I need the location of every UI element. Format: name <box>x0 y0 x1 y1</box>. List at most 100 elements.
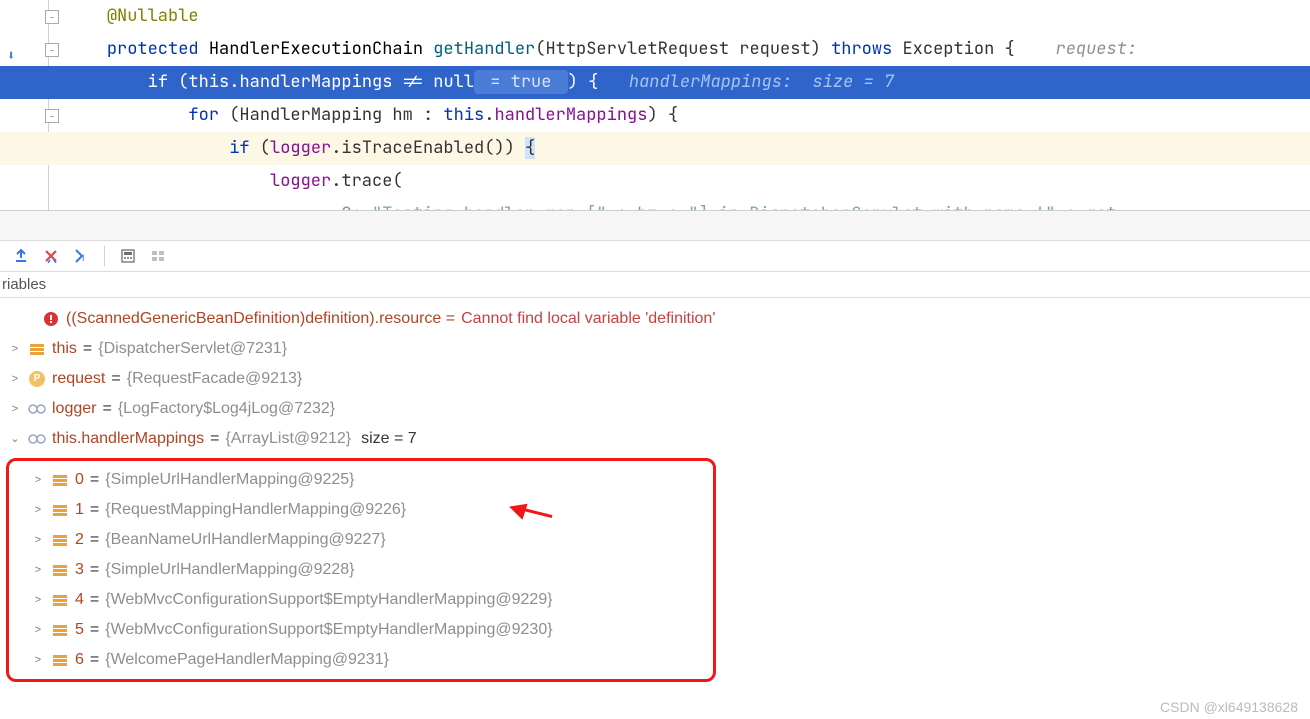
field: logger <box>270 170 331 192</box>
variable-name: this <box>52 336 77 362</box>
collapse-icon[interactable]: ⌄ <box>8 426 22 452</box>
expand-icon[interactable]: > <box>31 467 45 493</box>
text: (HandlerMapping hm : <box>219 104 443 126</box>
keyword-this: this <box>443 104 484 126</box>
equals: = <box>90 557 99 583</box>
expand-icon[interactable]: > <box>31 647 45 673</box>
type: Exception <box>902 38 994 60</box>
code-line[interactable]: Q: "Testing handler map [" + hm + "] in … <box>0 198 1310 210</box>
variable-value: {LogFactory$Log4jLog@7232} <box>118 396 335 422</box>
text: ( <box>168 71 188 93</box>
code-line[interactable]: @Nullable <box>0 0 1310 33</box>
object-icon <box>51 621 69 639</box>
variable-size: size = 7 <box>361 426 417 452</box>
object-icon <box>51 591 69 609</box>
list-item-row[interactable]: >6={WelcomePageHandlerMapping@9231} <box>13 645 709 675</box>
svg-text:I: I <box>82 253 85 263</box>
variable-type-icon <box>28 400 46 418</box>
object-icon <box>51 561 69 579</box>
list-index: 4 <box>75 587 84 613</box>
list-index: 6 <box>75 647 84 673</box>
code-line[interactable]: if (logger.isTraceEnabled()) { <box>0 132 1310 165</box>
watch-expression: ((ScannedGenericBeanDefinition)definitio… <box>66 306 455 332</box>
list-item-row[interactable]: >5={WebMvcConfigurationSupport$EmptyHand… <box>13 615 709 645</box>
variable-name: this.handlerMappings <box>52 426 204 452</box>
list-value: {WebMvcConfigurationSupport$EmptyHandler… <box>105 587 552 613</box>
variable-row[interactable]: >this={DispatcherServlet@7231} <box>4 334 1306 364</box>
list-index: 2 <box>75 527 84 553</box>
equals: = <box>90 497 99 523</box>
string: "] in DispatcherServlet with name '" <box>688 203 1055 210</box>
text: ( <box>250 137 270 159</box>
add-watch-icon[interactable] <box>10 245 32 267</box>
list-value: {WebMvcConfigurationSupport$EmptyHandler… <box>105 617 552 643</box>
equals: = <box>90 467 99 493</box>
object-icon <box>51 651 69 669</box>
keyword-this: this <box>188 71 229 93</box>
field: handlerMappings <box>494 104 647 126</box>
list-item-row[interactable]: >4={WebMvcConfigurationSupport$EmptyHand… <box>13 585 709 615</box>
list-value: {BeanNameUrlHandlerMapping@9227} <box>105 527 385 553</box>
show-watches-icon[interactable] <box>147 245 169 267</box>
field: handlerMappings <box>239 71 392 93</box>
text: + hm + <box>607 203 689 210</box>
code-editor[interactable]: ⬇ − − − − − @Nullable protected HandlerE… <box>0 0 1310 210</box>
current-execution-line[interactable]: if (this.handlerMappings != null = true … <box>0 66 1310 99</box>
expand-icon[interactable]: > <box>8 336 22 362</box>
panel-divider[interactable] <box>0 210 1310 240</box>
list-index: 0 <box>75 467 84 493</box>
list-value: {SimpleUrlHandlerMapping@9228} <box>105 557 354 583</box>
code-line[interactable]: logger.trace( <box>0 165 1310 198</box>
list-item-row[interactable]: >1={RequestMappingHandlerMapping@9226} <box>13 495 709 525</box>
string: "Testing handler map [" <box>372 203 607 210</box>
expand-icon[interactable]: > <box>31 497 45 523</box>
error-icon <box>42 310 60 328</box>
evaluate-expression-icon[interactable]: I <box>70 245 92 267</box>
expand-icon[interactable]: > <box>31 527 45 553</box>
text: .isTraceEnabled()) <box>331 137 525 159</box>
variable-value: {DispatcherServlet@7231} <box>98 336 287 362</box>
variable-row-handler-mappings[interactable]: ⌄ this.handlerMappings = {ArrayList@9212… <box>4 424 1306 454</box>
equals: = <box>90 587 99 613</box>
keyword-protected: protected <box>107 38 199 60</box>
code-line[interactable]: protected HandlerExecutionChain getHandl… <box>0 33 1310 66</box>
type: HandlerExecutionChain <box>209 38 423 60</box>
variable-type-icon <box>28 340 46 358</box>
variable-type-icon: P <box>28 370 46 388</box>
equals: = <box>111 366 120 392</box>
variable-row[interactable]: >logger={LogFactory$Log4jLog@7232} <box>4 394 1306 424</box>
variables-panel-title[interactable]: riables <box>0 272 1310 298</box>
watch-error-row[interactable]: ((ScannedGenericBeanDefinition)definitio… <box>4 304 1306 334</box>
code-line[interactable]: for (HandlerMapping hm : this.handlerMap… <box>0 99 1310 132</box>
keyword-null: null <box>433 71 474 93</box>
text: ) { <box>647 104 678 126</box>
keyword-if: if <box>148 71 168 93</box>
brace: { <box>994 38 1014 60</box>
variable-name: request <box>52 366 105 392</box>
variable-value: {ArrayList@9212} <box>225 426 351 452</box>
object-icon <box>51 531 69 549</box>
list-item-row[interactable]: >0={SimpleUrlHandlerMapping@9225} <box>13 465 709 495</box>
inline-value-hint: = true <box>474 70 568 94</box>
toolbar-separator <box>104 246 105 266</box>
watermark: CSDN @xl649138628 <box>1160 699 1298 715</box>
watch-error-message: Cannot find local variable 'definition' <box>461 306 715 332</box>
remove-watch-icon[interactable] <box>40 245 62 267</box>
text: Q: <box>341 203 361 210</box>
expand-icon[interactable]: > <box>31 617 45 643</box>
variables-panel[interactable]: ((ScannedGenericBeanDefinition)definitio… <box>0 298 1310 692</box>
text: + get <box>1055 203 1116 210</box>
calculator-icon[interactable] <box>117 245 139 267</box>
watch-icon <box>28 430 46 448</box>
text: . <box>229 71 239 93</box>
keyword-for: for <box>188 104 219 126</box>
variable-row[interactable]: >Prequest={RequestFacade@9213} <box>4 364 1306 394</box>
method-name: getHandler <box>433 38 535 60</box>
expand-icon[interactable]: > <box>31 587 45 613</box>
expand-icon[interactable]: > <box>8 366 22 392</box>
list-item-row[interactable]: >3={SimpleUrlHandlerMapping@9228} <box>13 555 709 585</box>
equals: = <box>90 647 99 673</box>
expand-icon[interactable]: > <box>31 557 45 583</box>
expand-icon[interactable]: > <box>8 396 22 422</box>
list-item-row[interactable]: >2={BeanNameUrlHandlerMapping@9227} <box>13 525 709 555</box>
